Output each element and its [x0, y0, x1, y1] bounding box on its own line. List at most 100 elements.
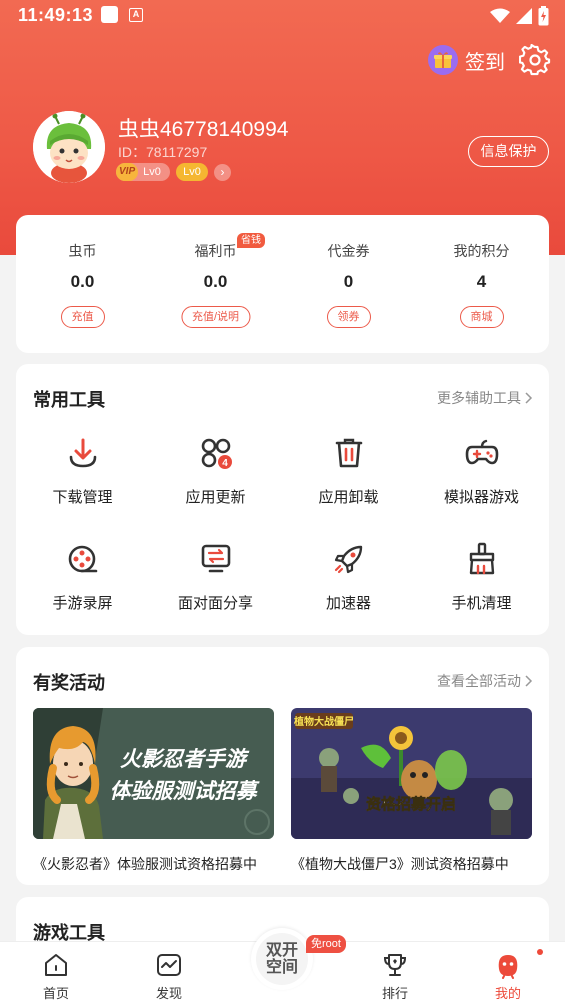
wallet-label: 代金券 [327, 243, 370, 259]
nav-home[interactable]: 首页 [16, 942, 96, 1004]
vip-label: VIP [116, 163, 139, 181]
nav-label: 发现 [155, 986, 182, 1001]
wallet-label: 虫币 [68, 243, 97, 259]
download-icon [69, 438, 96, 468]
gift-icon [428, 45, 458, 75]
activity-caption[interactable]: 《植物大战僵尸3》测试资格招募中 [291, 854, 532, 874]
tool-accelerator[interactable]: 加速器 [282, 541, 415, 613]
tool-app-update[interactable]: 4 应用更新 [149, 435, 282, 507]
tool-phone-cleaner[interactable]: 手机清理 [415, 541, 548, 613]
nav-label: 首页 [42, 986, 69, 1001]
wallet-value: 4 [476, 272, 487, 291]
mall-button[interactable]: 商城 [459, 306, 504, 328]
nav-ranking[interactable]: 排行 [355, 942, 435, 1004]
section-title: 常用工具 [33, 390, 105, 410]
wallet-item-chongbi[interactable]: 虫币 0.0 充值 [16, 215, 149, 353]
more-tools-link[interactable]: 更多辅助工具 [437, 388, 533, 408]
wallet-item-points[interactable]: 我的积分 4 商城 [415, 215, 548, 353]
tool-label: 下载管理 [52, 489, 113, 506]
signin-label: 签到 [465, 51, 505, 74]
wallet-value: 0.0 [203, 272, 228, 291]
wallet-value: 0 [343, 272, 354, 291]
bug-mascot-avatar-icon [33, 111, 105, 183]
naruto-activity-banner[interactable]: 火影忍者手游 体验服测试招募 [33, 708, 274, 839]
signin-button[interactable]: 签到 [428, 45, 505, 75]
tool-label: 加速器 [325, 595, 371, 612]
tool-label: 面对面分享 [177, 595, 253, 612]
settings-gear-icon[interactable] [519, 44, 551, 76]
pvz-banner-text: 资格招募开启 [366, 795, 456, 813]
trash-icon [335, 438, 362, 468]
tool-app-uninstall[interactable]: 应用卸载 [282, 435, 415, 507]
tool-label: 模拟器游戏 [443, 489, 519, 506]
nav-label: 我的 [494, 986, 521, 1001]
status-time: 11:49:13 [18, 5, 94, 25]
more-tools-label: 更多辅助工具 [437, 390, 521, 406]
app-notification-icon: A [129, 8, 143, 22]
info-protection-button[interactable]: 信息保护 [468, 136, 549, 167]
app-update-icon: 4 [201, 438, 232, 469]
nav-label: 排行 [381, 986, 408, 1001]
user-level-badge[interactable]: Lv0 [176, 163, 208, 181]
user-id: ID：78117297 [118, 144, 208, 160]
dual-space-line2: 空间 [265, 959, 298, 976]
chevron-right-icon [525, 675, 533, 687]
pvz-activity-banner[interactable]: 植物大战僵尸 资格招募开启 [291, 708, 532, 839]
username: 虫虫46778140994 [118, 118, 289, 141]
wallet-item-voucher[interactable]: 代金券 0 领券 [282, 215, 415, 353]
no-root-tag: 免root [306, 935, 346, 953]
user-badges: VIP Lv0 Lv0 › [116, 163, 231, 181]
tool-emulator-games[interactable]: 模拟器游戏 [415, 435, 548, 507]
get-voucher-button[interactable]: 领券 [326, 306, 371, 328]
naruto-banner-line2: 体验服测试招募 [110, 779, 261, 803]
chevron-right-icon[interactable]: › [214, 163, 231, 181]
dual-space-line1: 双开 [265, 942, 298, 959]
pvz-logo-text: 植物大战僵尸 [293, 715, 354, 728]
ninja-character-illustration [43, 726, 103, 839]
wifi-icon [490, 8, 510, 23]
profile-icon [498, 955, 518, 979]
dual-space-label: 双开 空间 [256, 933, 308, 985]
pvz-logo: 植物大战僵尸 [293, 713, 354, 729]
notification-icon [101, 6, 118, 23]
rewarded-activities-card: 有奖活动 查看全部活动 火影忍者手游 体验服测试招募 《火影忍者》体验服测试资格… [16, 647, 549, 885]
tool-download-manager[interactable]: 下载管理 [16, 435, 149, 507]
wallet-card: 虫币 0.0 充值 福利币 0.0 充值/说明 省钱 代金券 0 领券 我的积分… [16, 215, 549, 353]
tool-label: 应用更新 [185, 489, 246, 506]
wallet-value: 0.0 [70, 272, 95, 291]
tool-face-to-face-share[interactable]: 面对面分享 [149, 541, 282, 613]
activity-caption[interactable]: 《火影忍者》体验服测试资格招募中 [33, 854, 274, 874]
battery-icon [538, 6, 549, 26]
nav-mine[interactable]: 我的 [468, 942, 548, 1004]
signal-icon [516, 8, 532, 24]
broom-icon [469, 542, 494, 575]
notification-dot [537, 949, 543, 955]
update-count-badge: 4 [222, 458, 228, 469]
trophy-icon [383, 954, 407, 976]
all-activities-label: 查看全部活动 [437, 673, 521, 689]
film-reel-icon [68, 545, 97, 573]
chevron-right-icon [525, 392, 533, 404]
vip-level: Lv0 [143, 166, 161, 178]
vip-level-badge[interactable]: VIP Lv0 [116, 163, 170, 181]
dual-space-button[interactable]: 双开 空间 [251, 928, 313, 990]
save-money-tag: 省钱 [237, 233, 265, 248]
tool-label: 手游录屏 [52, 595, 113, 612]
tool-screen-recording[interactable]: 手游录屏 [16, 541, 149, 613]
status-bar: 11:49:13 A [0, 0, 565, 32]
transfer-icon [201, 544, 230, 573]
nav-discover[interactable]: 发现 [129, 942, 209, 1004]
recharge-button[interactable]: 充值 [60, 306, 105, 328]
common-tools-card: 常用工具 更多辅助工具 下载管理 4 应用更新 应用卸载 模拟器游戏 手游录屏 … [16, 364, 549, 635]
recharge-info-button[interactable]: 充值/说明 [180, 306, 251, 328]
tool-label: 手机清理 [451, 595, 512, 612]
naruto-banner-line1: 火影忍者手游 [120, 747, 250, 771]
status-icons [490, 6, 549, 26]
all-activities-link[interactable]: 查看全部活动 [437, 671, 533, 691]
section-title: 有奖活动 [33, 673, 105, 693]
wallet-label: 我的积分 [453, 243, 510, 259]
discover-icon [157, 954, 181, 976]
avatar[interactable] [33, 111, 105, 183]
gamepad-icon [465, 439, 498, 465]
home-icon [45, 954, 67, 976]
